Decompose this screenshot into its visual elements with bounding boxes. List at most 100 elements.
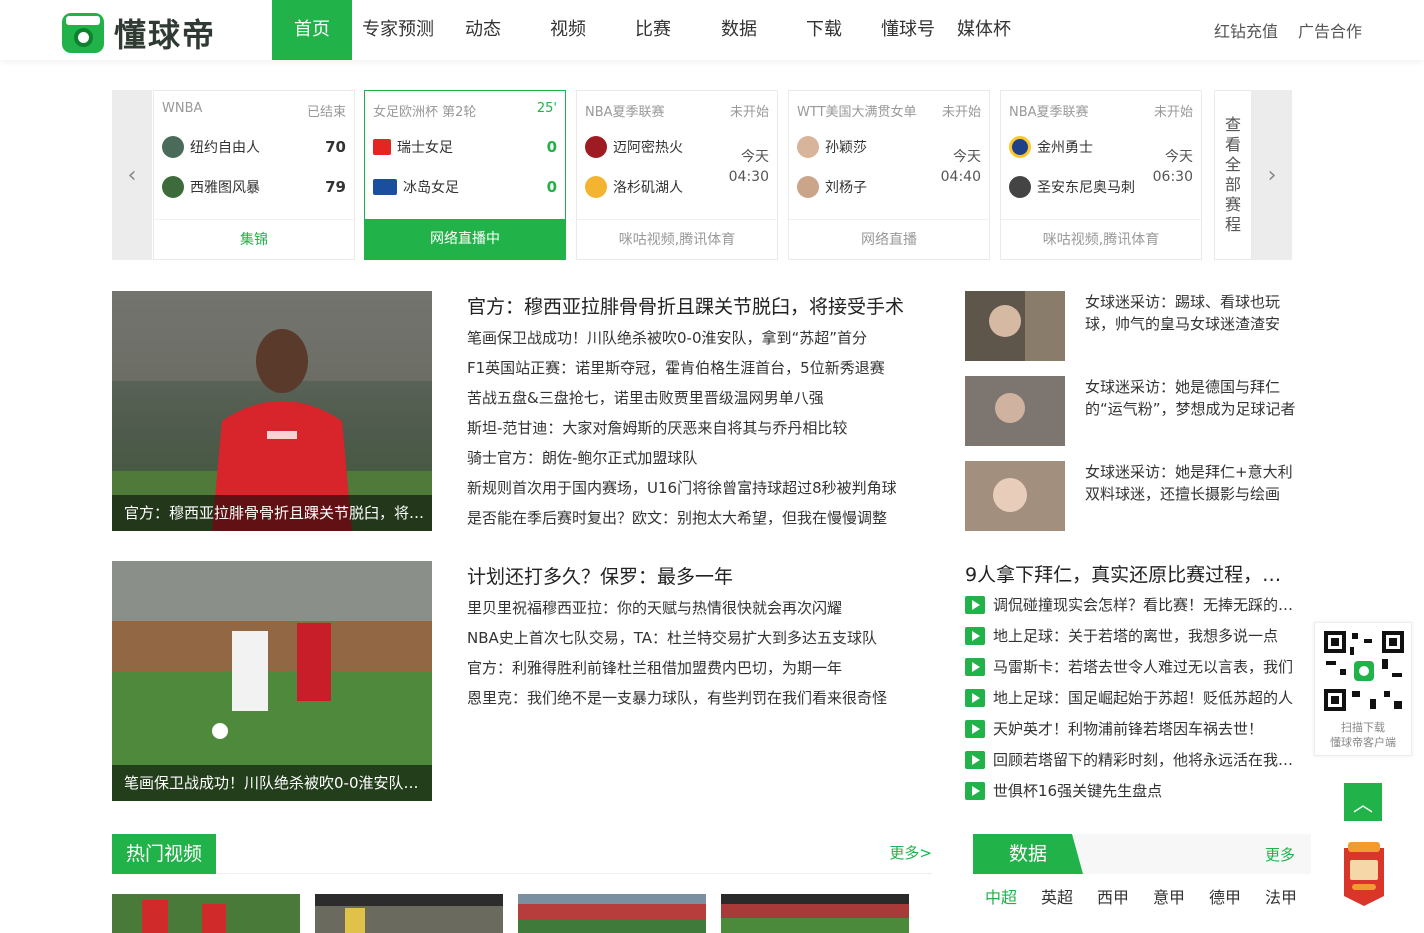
team-score: 70 [325,138,346,156]
league-tab-laliga[interactable]: 西甲 [1085,884,1141,908]
hot-videos-tab[interactable]: 热门视频 [112,834,217,874]
player-avatar [797,136,819,158]
team-name: 西雅图风暴 [190,180,260,196]
side-headline[interactable]: 9人拿下拜仁，真实还原比赛过程，这场比赛 [965,560,1300,587]
nav-item-data[interactable]: 数据 [692,0,786,60]
nav-item-feed[interactable]: 动态 [444,0,522,60]
match-card[interactable]: WNBA 已结束 纽约自由人 70 西雅图风暴 79 集锦 [153,90,355,260]
video-item[interactable]: 地上足球：国足崛起始于苏超！贬低苏超的人 [965,682,1300,713]
match-time: 今天 04:40 [941,147,981,187]
league-tab-seriea[interactable]: 意甲 [1141,884,1197,908]
ad-cooperation-link[interactable]: 广告合作 [1298,18,1362,42]
news-list: 笔画保卫战成功！川队绝杀被吹0-0淮安队，拿到“苏超”首分 F1英国站正赛：诺里… [467,323,927,533]
side-feature[interactable]: 女球迷采访：她是德国与拜仁的“运气粉”，梦想成为足球记者 [965,376,1305,446]
video-item[interactable]: 回顾若塔留下的精彩时刻，他将永远活在我们心中 [965,744,1300,775]
nav-item-media-cup[interactable]: 媒体杯 [954,0,1014,60]
video-thumbnail[interactable] [721,894,909,933]
video-item[interactable]: 地上足球：关于若塔的离世，我想多说一点 [965,620,1300,651]
news-link[interactable]: 恩里克：我们绝不是一支暴力球队，有些判罚在我们看来很奇怪 [467,683,927,713]
league-tab-bundesliga[interactable]: 德甲 [1197,884,1253,908]
video-title: 调侃碰撞现实会怎样？看比赛！无捧无踩的解说 [993,596,1300,614]
match-status: 25' [536,101,557,116]
headline-link[interactable]: 官方：穆西亚拉腓骨骨折且踝关节脱臼，将接受手术 [467,291,927,323]
header-links: 红钻充值 广告合作 [1214,0,1362,60]
league-tab-csl[interactable]: 中超 [973,884,1029,908]
data-more-link[interactable]: 更多 [1265,844,1295,865]
match-card[interactable]: NBA夏季联赛 未开始 迈阿密热火 洛杉矶湖人 今天 04:30 咪咕视频,腾讯体育 [576,90,778,260]
hot-videos-more-link[interactable]: 更多> [889,842,932,863]
photo-caption: 笔画保卫战成功！川队绝杀被吹0-0淮安队，拿到“苏超”首分 [112,765,432,801]
broadcast-info[interactable]: 咪咕视频,腾讯体育 [1001,219,1201,259]
nav-item-video[interactable]: 视频 [522,0,614,60]
match-status: 未开始 [729,105,769,120]
broadcast-info[interactable]: 网络直播 [789,219,989,259]
headline-link[interactable]: 计划还打多久？保罗：最多一年 [467,561,927,593]
photo-caption: 官方：穆西亚拉腓骨骨折且踝关节脱臼，将接受手术 [112,495,432,531]
player-avatar [797,176,819,198]
play-icon [965,750,985,769]
news-link[interactable]: 笔画保卫战成功！川队绝杀被吹0-0淮安队，拿到“苏超”首分 [467,323,927,353]
video-title: 地上足球：国足崛起始于苏超！贬低苏超的人 [993,689,1294,707]
live-stream-button[interactable]: 网络直播中 [365,219,565,259]
video-thumbnail[interactable] [315,894,503,933]
side-feature[interactable]: 女球迷采访：她是拜仁+意大利双料球迷，还擅长摄影与绘画 [965,461,1305,531]
feature-title: 女球迷采访：踢球、看球也玩球，帅气的皇马女球迷渣渣安 [1085,293,1281,333]
team-logo-icon [585,176,607,198]
side-feature[interactable]: 女球迷采访：踢球、看球也玩球，帅气的皇马女球迷渣渣安 [965,291,1305,361]
nav-item-match[interactable]: 比赛 [614,0,692,60]
player-name: 刘杨子 [825,180,867,196]
match-card[interactable]: NBA夏季联赛 未开始 金州勇士 圣安东尼奥马刺 今天 06:30 咪咕视频,腾讯体… [1000,90,1202,260]
match-day: 今天 [741,149,769,165]
news-link[interactable]: 官方：利雅得胜利前锋杜兰租借加盟费内巴切，为期一年 [467,653,927,683]
video-item[interactable]: 调侃碰撞现实会怎样？看比赛！无捧无踩的解说 [965,589,1300,620]
promo-gift-icon[interactable] [1338,838,1390,908]
nav-item-home[interactable]: 首页 [272,0,352,60]
video-thumbnail[interactable] [112,894,300,933]
video-title: 天妒英才！利物浦前锋若塔因车祸去世！ [993,720,1264,738]
league-tab-epl[interactable]: 英超 [1029,884,1085,908]
featured-photo[interactable]: 官方：穆西亚拉腓骨骨折且踝关节脱臼，将接受手术 [112,291,432,531]
data-tab[interactable]: 数据 [973,834,1083,874]
video-thumbnail[interactable] [518,894,706,933]
play-icon [965,781,985,800]
video-item[interactable]: 天妒英才！利物浦前锋若塔因车祸去世！ [965,713,1300,744]
match-card[interactable]: WTT美国大满贯女单 未开始 孙颖莎 刘杨子 今天 04:40 网络直播 [788,90,990,260]
next-arrow-icon[interactable]: › [1252,90,1292,260]
news-link[interactable]: NBA史上首次七队交易，TA：杜兰特交易扩大到多达五支球队 [467,623,927,653]
news-link[interactable]: 骑士官方：朗佐-鲍尔正式加盟球队 [467,443,927,473]
league-tab-ligue1[interactable]: 法甲 [1253,884,1309,908]
feature-title: 女球迷采访：她是德国与拜仁的“运气粉”，梦想成为足球记者 [1085,378,1296,418]
feature-thumbnail [965,376,1065,446]
news-link[interactable]: 里贝里祝福穆西亚拉：你的天赋与热情很快就会再次闪耀 [467,593,927,623]
video-title: 世俱杯16强关键先生盘点 [993,782,1163,800]
news-link[interactable]: 斯坦-范甘迪：大家对詹姆斯的厌恶来自将其与乔丹相比较 [467,413,927,443]
match-clock: 04:40 [940,169,981,185]
video-item[interactable]: 马雷斯卡：若塔去世令人难过无以言表，我们 [965,651,1300,682]
back-to-top-icon[interactable]: ︿ [1344,783,1382,821]
team-logo-icon [585,136,607,158]
view-all-schedule-button[interactable]: 查看全部赛程 [1214,90,1252,260]
vip-recharge-link[interactable]: 红钻充值 [1214,18,1278,42]
app-download-qr[interactable]: 扫描下载 懂球帝客户端 [1314,622,1412,756]
highlights-link[interactable]: 集锦 [154,219,354,259]
news-block: 官方：穆西亚拉腓骨骨折且踝关节脱臼，将接受手术 笔画保卫战成功！川队绝杀被吹0-… [467,291,927,533]
match-card[interactable]: 女足欧洲杯 第2轮 25' 瑞士女足 0 冰岛女足 0 网络直播中 [364,90,566,260]
match-clock: 04:30 [728,169,769,185]
news-link[interactable]: 新规则首次用于国内赛场，U16门将徐曾富持球超过8秒被判角球 [467,473,927,503]
team-logo-icon [1009,136,1031,158]
match-clock: 06:30 [1152,169,1193,185]
nav-item-expert[interactable]: 专家预测 [352,0,444,60]
prev-arrow-icon[interactable]: ‹ [112,90,152,260]
broadcast-info[interactable]: 咪咕视频,腾讯体育 [577,219,777,259]
nav-item-account[interactable]: 懂球号 [862,0,954,60]
nav-item-download[interactable]: 下载 [786,0,862,60]
team-score: 0 [546,178,557,196]
feature-title: 女球迷采访：她是拜仁+意大利双料球迷，还擅长摄影与绘画 [1085,463,1293,503]
site-logo[interactable]: 懂球帝 [62,10,216,56]
video-item[interactable]: 世俱杯16强关键先生盘点 [965,775,1300,806]
news-link[interactable]: 苦战五盘&三盘抢七，诺里击败贾里晋级温网男单八强 [467,383,927,413]
feature-thumbnail [965,291,1065,361]
news-link[interactable]: 是否能在季后赛时复出？欧文：别抱太大希望，但我在慢慢调整 [467,503,927,533]
featured-photo[interactable]: 笔画保卫战成功！川队绝杀被吹0-0淮安队，拿到“苏超”首分 [112,561,432,801]
news-link[interactable]: F1英国站正赛：诺里斯夺冠，霍肯伯格生涯首台，5位新秀退赛 [467,353,927,383]
